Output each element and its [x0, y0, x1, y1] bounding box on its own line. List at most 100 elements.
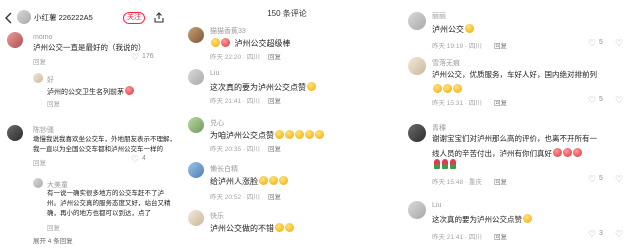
comment-username[interactable]: 兑心: [210, 118, 224, 128]
expand-replies-link[interactable]: 展开 4 条回复: [33, 235, 73, 245]
comment-username[interactable]: 青稞: [432, 123, 446, 133]
like-count: 4: [142, 155, 146, 162]
comment-text: 这次真的要为泸州公交点赞: [210, 81, 316, 93]
comment-text-line: 线人员的辛苦付出，泸州有你们真好: [432, 147, 582, 159]
avatar[interactable]: [408, 124, 426, 142]
emoji-icon: [315, 130, 324, 139]
emoji-icon: [573, 148, 582, 157]
comment-username[interactable]: 陈钞骚: [33, 125, 54, 135]
emoji-icon: [553, 148, 562, 157]
reply-link[interactable]: 回复: [494, 231, 507, 241]
avatar[interactable]: [408, 12, 426, 30]
comment-username[interactable]: 懒长白精: [210, 164, 238, 174]
emoji-icon: [125, 86, 134, 95]
emoji-icon: [443, 84, 452, 93]
avatar[interactable]: [33, 73, 43, 83]
comment-username[interactable]: 丽丽: [432, 11, 446, 21]
comment-text-line: 有一说一确实很多地方的公交车赶不了泸: [47, 190, 164, 197]
comment-text: 泸州公交一直是最好的（我说的）: [33, 43, 146, 52]
comment-text: 泸州公交做的不错: [210, 222, 294, 234]
dislike-icon[interactable]: ♡: [615, 38, 623, 48]
emoji-icon: [275, 130, 284, 139]
emoji-icon: [305, 130, 314, 139]
reply-link[interactable]: 回复: [494, 40, 507, 50]
reply-link[interactable]: 回复: [47, 98, 60, 108]
dislike-icon[interactable]: ♡: [615, 229, 623, 239]
comment-timestamp: 昨天 21:41 · 四川: [432, 234, 482, 241]
avatar[interactable]: [408, 57, 426, 75]
comment-timestamp: 昨天 20:35 · 四川: [210, 146, 260, 153]
avatar[interactable]: [408, 201, 426, 219]
emoji-icon: [523, 214, 532, 223]
reply-link[interactable]: 回复: [33, 56, 46, 66]
emoji-icon: [465, 24, 474, 33]
like-icon[interactable]: ♡: [588, 95, 596, 105]
comment-text: 为咱泸州公交点赞: [210, 129, 324, 141]
comment-username[interactable]: Liu: [432, 202, 441, 209]
emoji-icon: [279, 176, 288, 185]
comment-text: 泸州公交: [432, 23, 474, 35]
comment-username[interactable]: momo: [33, 34, 52, 41]
comment-text: 这次真的要为泸州公交点赞: [432, 213, 532, 225]
follow-button[interactable]: 关注: [123, 12, 145, 24]
comment-username[interactable]: 快乐: [210, 211, 224, 221]
emoji-icon: [307, 82, 316, 91]
emoji-icon: [433, 84, 442, 93]
like-icon[interactable]: ♡: [131, 52, 139, 62]
comment-text-line: 墩慢我说我喜欢坐公交车，外地朋友表示不理解，: [33, 136, 173, 143]
like-count: 176: [142, 53, 154, 60]
like-icon[interactable]: ♡: [588, 229, 596, 239]
emoji-icon: [453, 84, 462, 93]
like-icon[interactable]: ♡: [131, 154, 139, 164]
avatar[interactable]: [7, 125, 23, 141]
avatar[interactable]: [33, 178, 43, 188]
emoji-icon: [285, 223, 294, 232]
account-name[interactable]: 小红薯 226222A5: [34, 13, 93, 23]
comment-timestamp: 昨天 19:19 · 四川: [432, 43, 482, 50]
dislike-icon[interactable]: ♡: [615, 95, 623, 105]
reply-link[interactable]: 回复: [47, 222, 60, 232]
reply-link[interactable]: 回复: [33, 157, 46, 167]
emoji-icon: [275, 223, 284, 232]
avatar[interactable]: [7, 32, 23, 48]
emoji-group: [432, 159, 456, 169]
like-count: 5: [599, 96, 603, 103]
avatar[interactable]: [188, 210, 204, 226]
avatar[interactable]: [188, 69, 204, 85]
comment-username[interactable]: Liu: [210, 70, 219, 77]
comment-timestamp: 昨天 22:20 · 四川: [210, 54, 260, 61]
share-icon[interactable]: [153, 12, 165, 24]
reply-link[interactable]: 回复: [268, 51, 281, 61]
rose-icon: [434, 159, 440, 169]
emoji-icon: [221, 38, 230, 47]
comment-username[interactable]: 好: [47, 75, 54, 85]
comment-text: 给泸州人涨脸: [210, 175, 288, 187]
comment-timestamp: 昨天 20:52 · 四川: [210, 194, 260, 201]
comment-list-panel: 150 条评论 猫猫香蕉33 泸州公交超级棒 昨天 22:20 · 四川 回复 …: [180, 0, 394, 252]
emoji-icon: [211, 38, 220, 47]
comment-username[interactable]: 雪落无痕: [432, 58, 460, 68]
comment-text: 泸州公交超级棒: [210, 37, 290, 49]
rose-icon: [442, 159, 448, 169]
like-count: 5: [599, 39, 603, 46]
comment-timestamp: 昨天 15:48 · 重庆: [432, 179, 482, 186]
rose-icon: [450, 159, 456, 169]
reply-link[interactable]: 回复: [268, 191, 281, 201]
avatar[interactable]: [188, 162, 204, 178]
comment-username[interactable]: 猫猫香蕉33: [210, 26, 246, 36]
avatar[interactable]: [188, 117, 204, 133]
reply-link[interactable]: 回复: [494, 176, 507, 186]
like-count: 3: [599, 230, 603, 237]
emoji-group: [432, 83, 462, 93]
comment-text: 泸州公交，优质服务，车好人好，国内绝对排前列: [432, 70, 597, 79]
avatar[interactable]: [188, 27, 204, 43]
like-icon[interactable]: ♡: [588, 174, 596, 184]
comment-text: 泸州的公交卫生名列前茅: [47, 85, 134, 98]
reply-link[interactable]: 回复: [494, 97, 507, 107]
like-icon[interactable]: ♡: [588, 38, 596, 48]
dislike-icon[interactable]: ♡: [615, 174, 623, 184]
reply-link[interactable]: 回复: [268, 143, 281, 153]
reply-link[interactable]: 回复: [268, 95, 281, 105]
back-arrow-icon[interactable]: [5, 12, 13, 24]
account-avatar[interactable]: [17, 10, 31, 24]
